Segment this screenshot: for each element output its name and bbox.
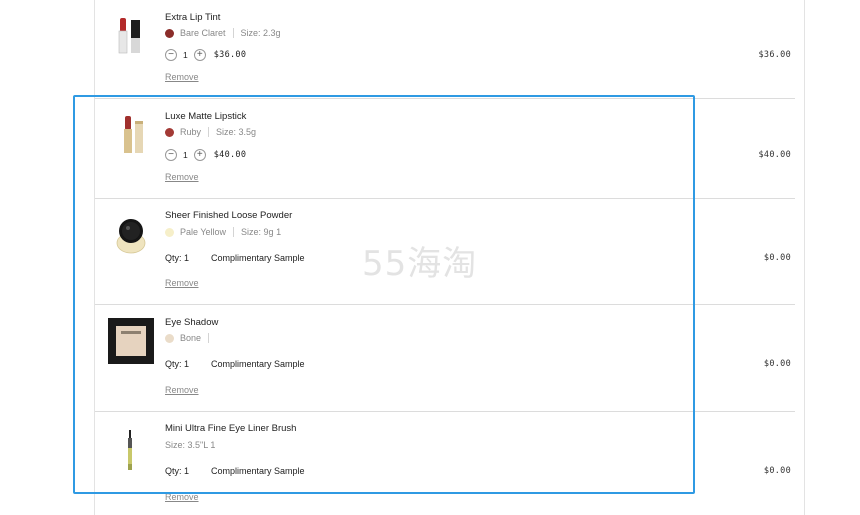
attribute-divider (233, 227, 235, 237)
shade-name: Bare Claret (180, 28, 226, 38)
shade-swatch (165, 333, 174, 343)
item-divider (95, 304, 795, 305)
product-name: Eye Shadow (165, 317, 219, 328)
product-attributes: Bare Claret Size: 2.3g (165, 28, 281, 38)
quantity-stepper: − 1 + $40.00 (165, 149, 246, 161)
shade-swatch (165, 227, 174, 237)
shade-swatch (165, 127, 174, 137)
product-name: Sheer Finished Loose Powder (165, 210, 293, 221)
remove-link[interactable]: Remove (165, 172, 199, 182)
line-total: $0.00 (763, 253, 791, 263)
line-total: $40.00 (758, 150, 791, 160)
product-name: Luxe Matte Lipstick (165, 111, 247, 122)
quantity-label: Qty: 1 (165, 466, 190, 476)
product-attributes: Ruby Size: 3.5g (165, 127, 256, 137)
unit-price: $40.00 (213, 150, 247, 160)
line-total: $0.00 (763, 466, 791, 476)
attribute-divider (232, 28, 234, 38)
quantity-info: Qty: 1 Complimentary Sample (165, 253, 305, 263)
remove-link[interactable]: Remove (165, 278, 199, 288)
product-attributes: Size: 3.5"L 1 (165, 440, 215, 450)
unit-price: $36.00 (213, 50, 247, 60)
quantity-label: Qty: 1 (165, 253, 190, 263)
quantity-info: Qty: 1 Complimentary Sample (165, 359, 305, 369)
lipstick-product-image (124, 116, 143, 153)
shade-name: Pale Yellow (180, 227, 227, 237)
quantity-stepper: − 1 + $36.00 (165, 49, 246, 61)
product-size: Size: 2.3g (240, 28, 281, 38)
shade-swatch (165, 28, 174, 38)
quantity-label: Qty: 1 (165, 359, 190, 369)
decrease-quantity-button[interactable]: − (165, 149, 177, 161)
complimentary-sample-label: Complimentary Sample (211, 466, 305, 476)
increase-quantity-button[interactable]: + (193, 149, 206, 161)
product-name: Extra Lip Tint (165, 12, 221, 23)
remove-link[interactable]: Remove (165, 492, 199, 502)
remove-link[interactable]: Remove (165, 72, 199, 82)
attribute-divider (208, 333, 210, 343)
item-divider (95, 198, 795, 199)
quantity-value: 1 (183, 50, 188, 60)
complimentary-sample-label: Complimentary Sample (211, 359, 305, 369)
cart-items-panel: Extra Lip Tint Bare Claret Size: 2.3g − … (94, 0, 805, 515)
product-name: Mini Ultra Fine Eye Liner Brush (165, 423, 297, 434)
increase-quantity-button[interactable]: + (193, 49, 206, 61)
quantity-value: 1 (183, 150, 188, 160)
product-attributes: Bone (165, 333, 216, 343)
product-size: Size: 3.5"L 1 (165, 440, 216, 450)
product-size: Size: 9g 1 (241, 227, 282, 237)
remove-link[interactable]: Remove (165, 385, 199, 395)
loose-powder-product-image (116, 219, 146, 254)
quantity-info: Qty: 1 Complimentary Sample (165, 466, 305, 476)
shade-name: Bone (180, 333, 202, 343)
decrease-quantity-button[interactable]: − (165, 49, 177, 61)
eye-shadow-product-image (108, 318, 154, 364)
lip-tint-product-image (118, 18, 140, 54)
item-divider (95, 98, 795, 99)
eye-liner-brush-product-image (128, 430, 132, 470)
product-attributes: Pale Yellow Size: 9g 1 (165, 227, 281, 237)
line-total: $36.00 (758, 50, 791, 60)
line-total: $0.00 (763, 359, 791, 369)
attribute-divider (208, 127, 210, 137)
complimentary-sample-label: Complimentary Sample (211, 253, 305, 263)
item-divider (95, 411, 795, 412)
product-size: Size: 3.5g (216, 127, 257, 137)
shade-name: Ruby (180, 127, 202, 137)
